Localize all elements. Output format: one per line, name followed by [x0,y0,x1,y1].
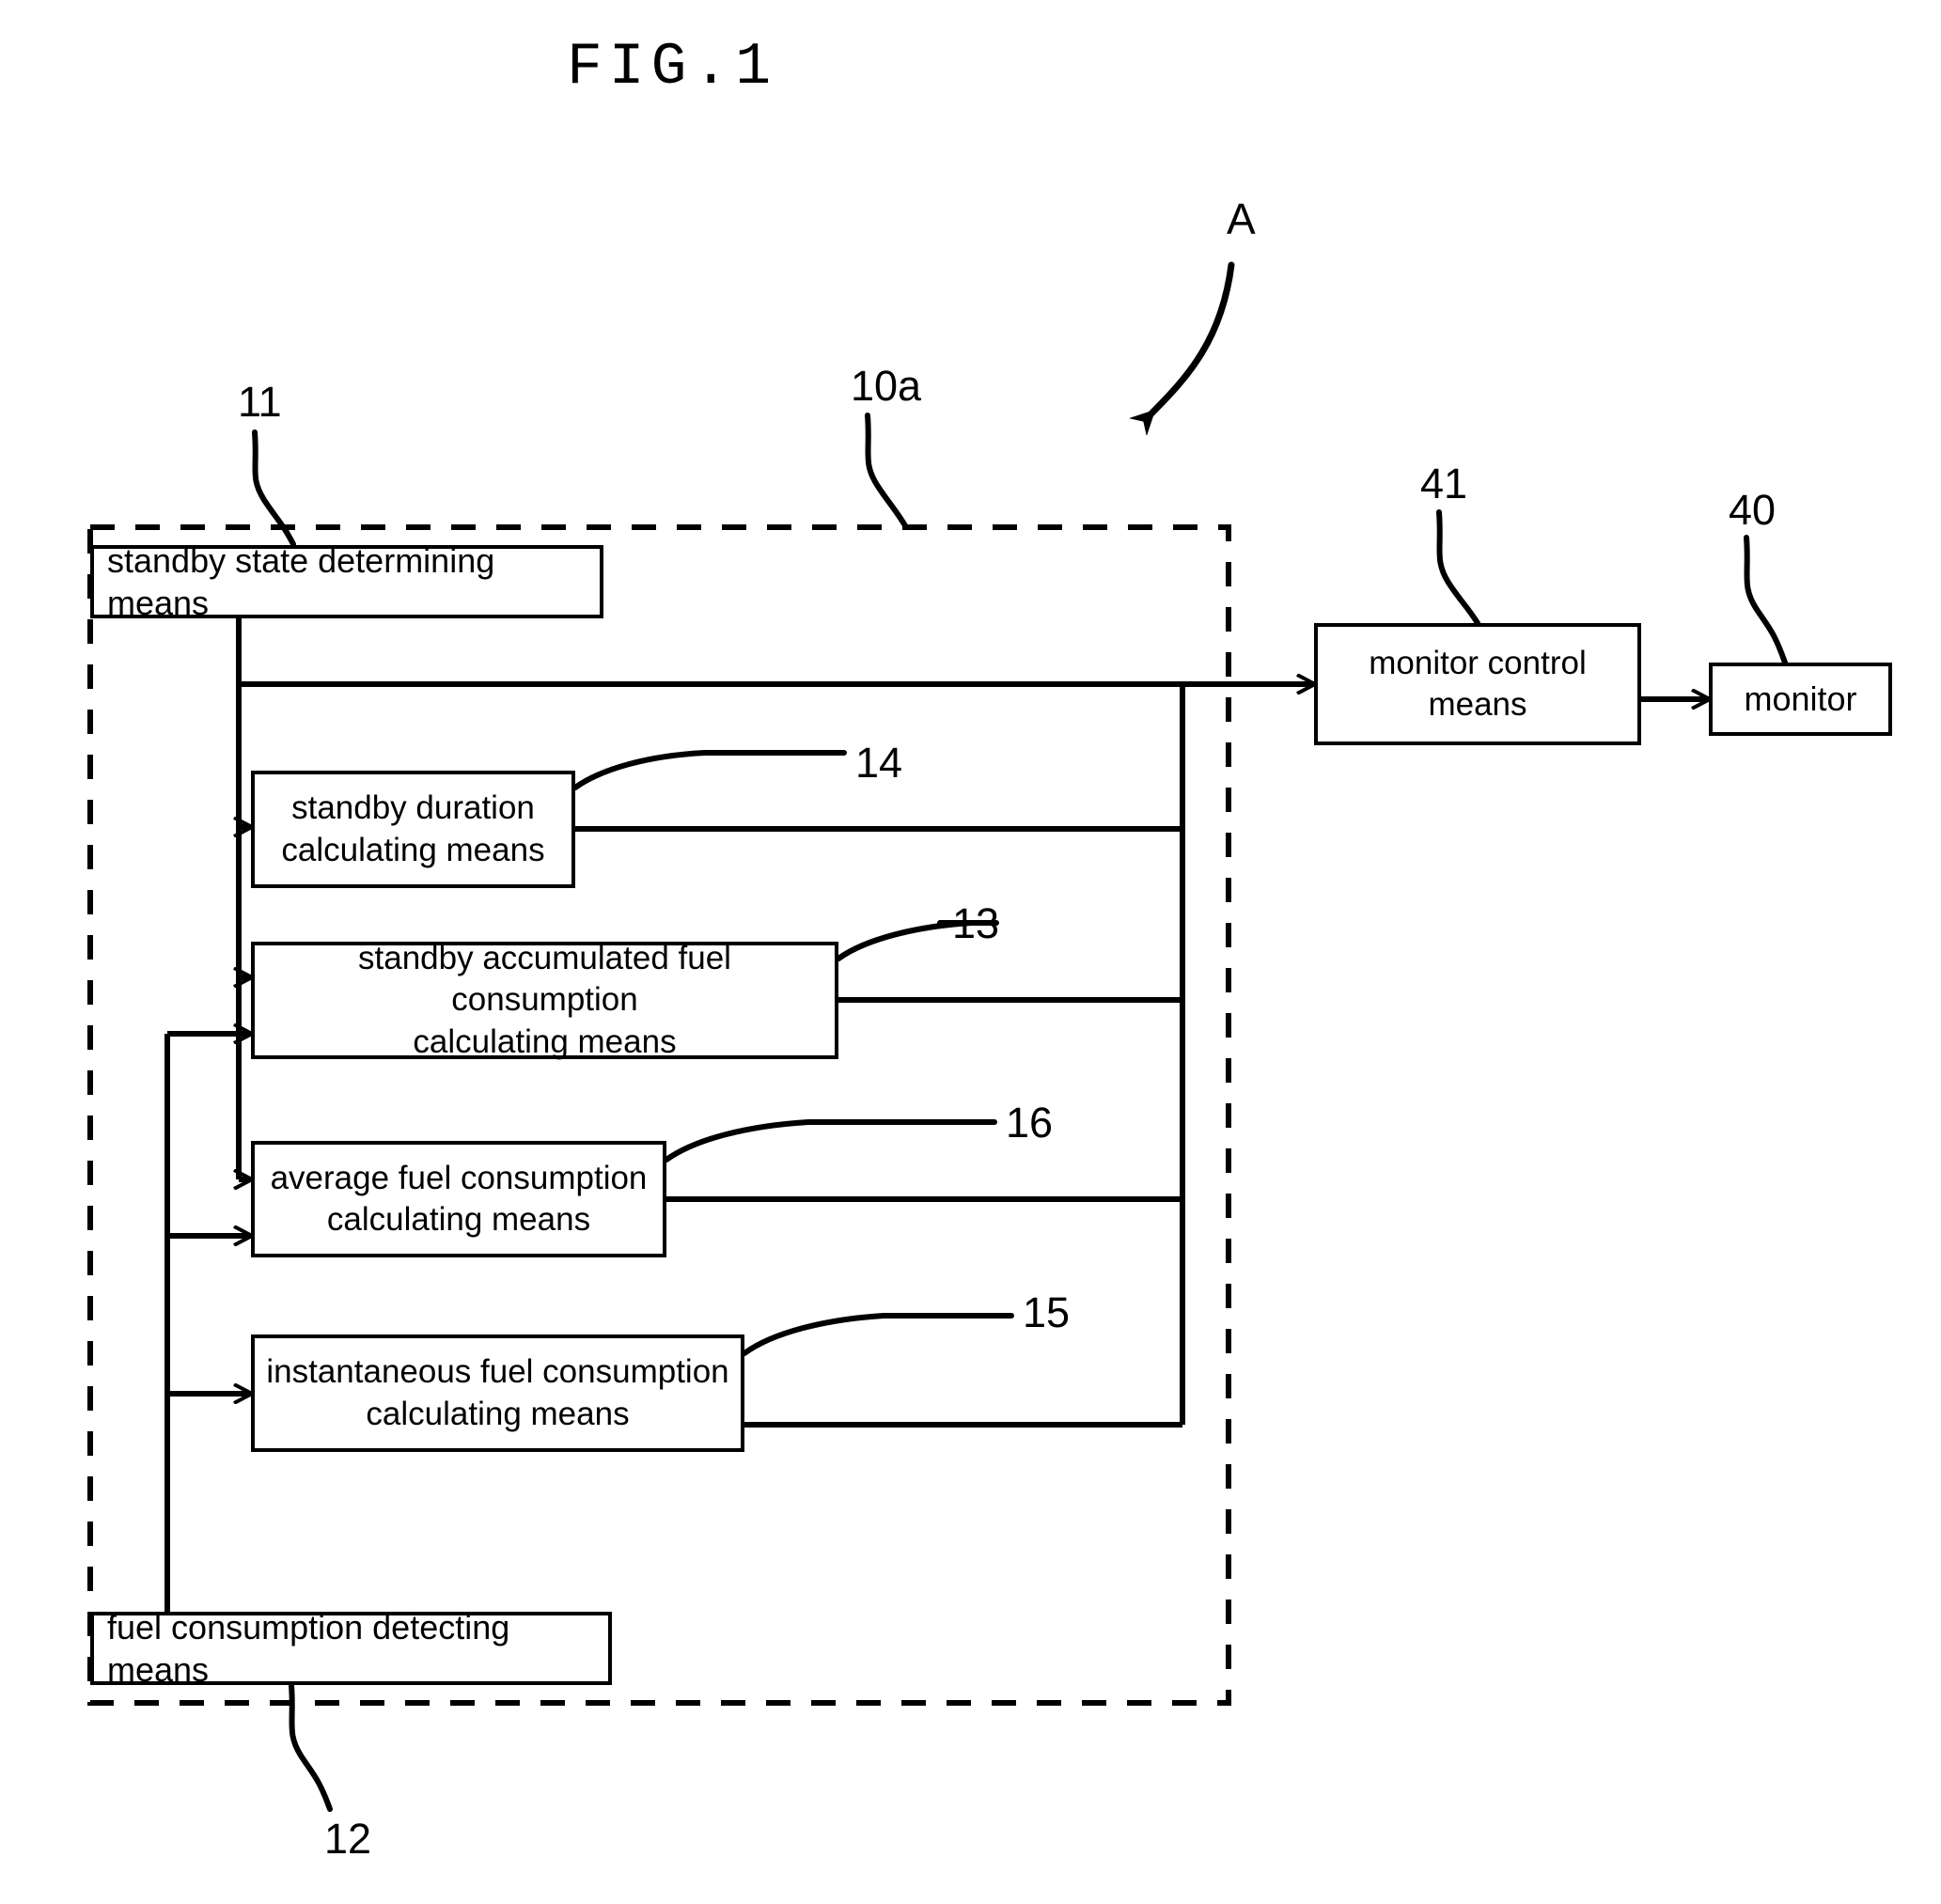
leader-14 [572,750,847,790]
reference-numeral-15: 15 [1023,1288,1071,1336]
block-average-fuel-consumption-calculating-means[interactable]: average fuel consumption calculating mea… [251,1141,666,1257]
block-label-line2: means [1428,686,1527,723]
block-label-line1: standby duration [291,789,535,827]
leader-15 [742,1313,1014,1356]
controller-unit-dashed-boundary [87,524,1231,1706]
system-marker-label: A [1227,195,1256,243]
reference-numeral-41: 41 [1420,460,1468,507]
reference-numeral-12: 12 [324,1815,372,1863]
block-fuel-consumption-detecting-means[interactable]: fuel consumption detecting means [90,1608,612,1689]
block-label: standby state determining means [107,540,495,622]
block-label-line1: instantaneous fuel consumption [266,1353,729,1391]
block-label-line2: calculating means [281,831,545,868]
reference-numeral-16: 16 [1006,1099,1054,1147]
block-label-line1: monitor control [1369,644,1587,681]
block-instantaneous-fuel-consumption-calculating-means[interactable]: instantaneous fuel consumption calculati… [251,1334,744,1452]
system-marker-arrow [1151,261,1235,414]
leader-16 [664,1119,997,1163]
block-label-line2: calculating means [413,1022,677,1060]
block-standby-duration-calculating-means[interactable]: standby duration calculating means [251,771,575,888]
leader-40 [1744,535,1788,665]
block-standby-state-determining-means[interactable]: standby state determining means [90,541,603,622]
block-standby-accumulated-fuel-consumption-calculating-means[interactable]: standby accumulated fuel consumption cal… [251,940,838,1060]
leader-13 [836,920,971,961]
link-standby-to-monitor-control [236,618,1314,684]
leader-41 [1436,509,1480,626]
reference-numeral-40: 40 [1729,486,1777,534]
block-label-line1: standby accumulated fuel consumption [358,940,731,1019]
block-label-line2: calculating means [366,1395,630,1432]
block-label-line1: average fuel consumption [270,1159,648,1196]
block-label: monitor [1744,679,1857,719]
block-label-line2: calculating means [326,1201,591,1238]
reference-numeral-13: 13 [952,899,1000,947]
block-monitor-control-means[interactable]: monitor control means [1314,623,1641,745]
reference-numeral-11: 11 [238,378,282,426]
block-monitor[interactable]: monitor [1709,663,1892,736]
leader-10a [865,413,909,530]
reference-numeral-10a: 10a [851,362,922,410]
reference-numeral-14: 14 [855,739,903,787]
block-label: fuel consumption detecting means [107,1607,510,1689]
